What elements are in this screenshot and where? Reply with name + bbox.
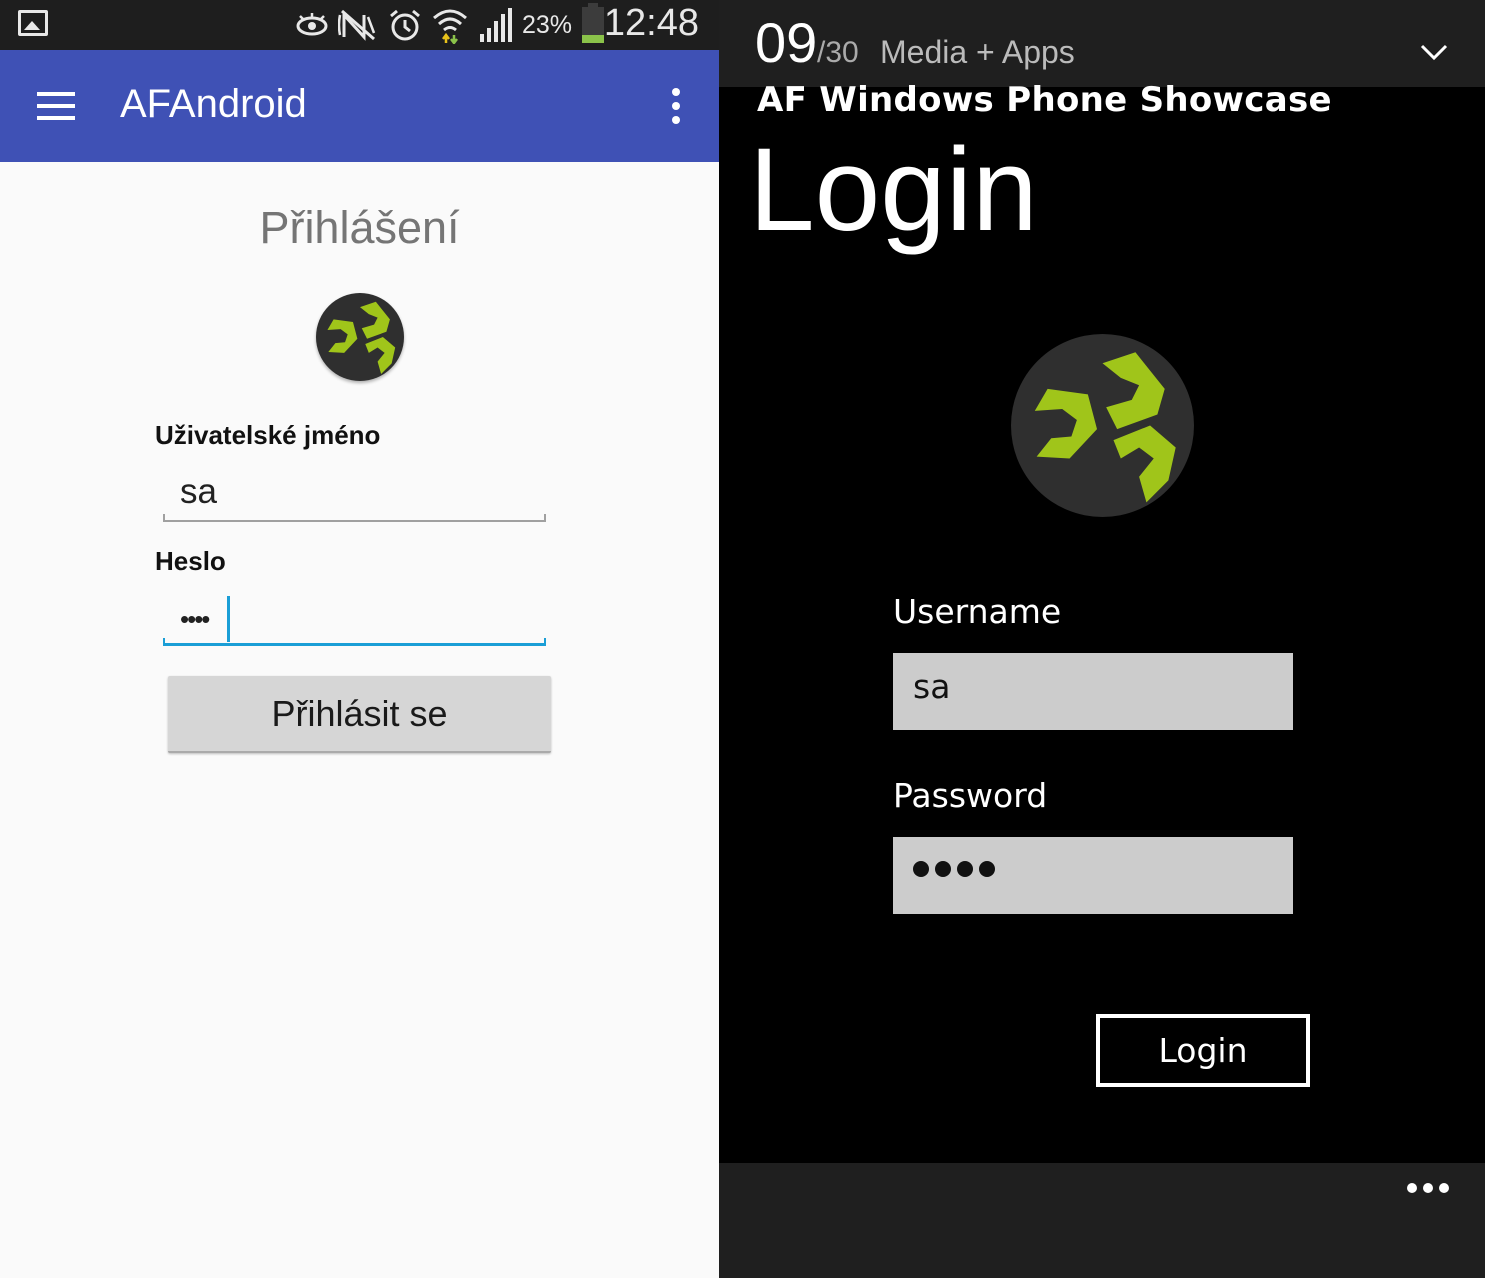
wp-day-total: /30 <box>817 36 859 69</box>
username-field[interactable]: sa <box>163 472 546 522</box>
nfc-icon <box>338 9 376 41</box>
wp-login-button[interactable]: Login <box>1096 1014 1310 1087</box>
wp-password-value <box>913 861 995 877</box>
wp-header-title: Media + Apps <box>880 34 1075 70</box>
windows-phone-screen: 09 /30 Media + Apps AF Windows Phone Sho… <box>719 0 1485 1278</box>
wp-username-label: Username <box>893 592 1062 631</box>
wp-page-title: Login <box>749 124 1038 256</box>
android-screen: 23% 12:48 AFAndroid Přihlášení Uživatels… <box>0 0 719 1278</box>
password-value: •••• <box>180 604 210 634</box>
gallery-icon <box>18 10 48 36</box>
hamburger-icon[interactable] <box>37 92 75 120</box>
password-dot <box>957 861 973 877</box>
password-label: Heslo <box>155 546 226 576</box>
username-value: sa <box>180 472 217 511</box>
status-clock: 12:48 <box>603 2 699 44</box>
wp-username-value: sa <box>913 667 951 706</box>
wp-password-field[interactable] <box>893 837 1293 914</box>
wifi-icon <box>433 9 467 44</box>
wp-app-title: AF Windows Phone Showcase <box>757 80 1332 120</box>
app-logo <box>316 293 404 381</box>
more-vert-icon[interactable] <box>668 88 684 124</box>
signal-icon <box>480 8 512 42</box>
app-toolbar: AFAndroid <box>0 50 719 162</box>
password-field[interactable]: •••• <box>163 596 546 646</box>
text-cursor <box>227 596 230 642</box>
login-button[interactable]: Přihlásit se <box>168 676 551 753</box>
wp-header: 09 /30 Media + Apps <box>719 0 1485 87</box>
wp-day-number: 09 <box>755 11 818 74</box>
battery-percent: 23% <box>522 10 573 39</box>
eye-icon <box>296 13 328 36</box>
username-label: Uživatelské jméno <box>155 420 381 450</box>
more-horiz-icon[interactable] <box>1407 1183 1451 1193</box>
password-dot <box>935 861 951 877</box>
battery-icon <box>582 3 605 43</box>
password-dot <box>913 861 929 877</box>
wp-app-bar <box>719 1163 1485 1278</box>
status-bar: 23% 12:48 <box>0 0 719 50</box>
app-logo <box>1011 334 1194 517</box>
chevron-down-icon[interactable] <box>1419 42 1449 62</box>
page-heading: Přihlášení <box>259 202 460 253</box>
wp-password-label: Password <box>893 776 1048 815</box>
wp-username-field[interactable]: sa <box>893 653 1293 730</box>
app-title: AFAndroid <box>120 82 307 126</box>
alarm-icon <box>390 9 420 41</box>
password-dot <box>979 861 995 877</box>
